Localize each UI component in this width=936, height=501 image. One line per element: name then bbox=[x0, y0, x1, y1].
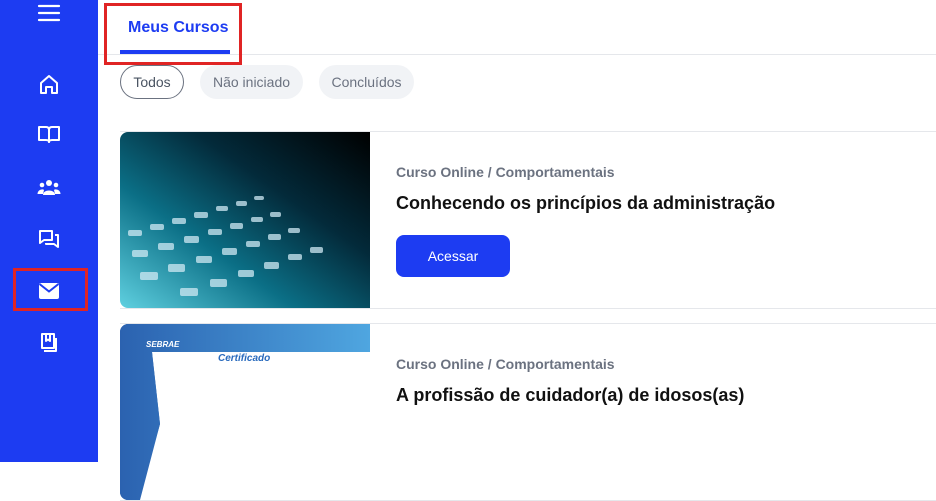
book-open-icon[interactable] bbox=[32, 119, 66, 149]
filter-concluidos[interactable]: Concluídos bbox=[319, 65, 414, 99]
chat-icon[interactable] bbox=[32, 224, 66, 254]
menu-icon[interactable] bbox=[32, 0, 66, 26]
mail-highlight-box bbox=[13, 268, 88, 311]
course-card: SEBRAE Certificado Curso Online / Compor… bbox=[120, 323, 936, 501]
course-title: A profissão de cuidador(a) de idosos(as) bbox=[396, 385, 745, 405]
users-icon[interactable] bbox=[32, 172, 66, 202]
sidebar bbox=[0, 0, 98, 462]
course-category: Curso Online / Comportamentais bbox=[396, 164, 615, 180]
course-category: Curso Online / Comportamentais bbox=[396, 356, 615, 372]
acessar-button[interactable]: Acessar bbox=[396, 235, 510, 277]
filter-nao-iniciado[interactable]: Não iniciado bbox=[200, 65, 303, 99]
home-icon[interactable] bbox=[32, 70, 66, 100]
course-image-certificate bbox=[120, 324, 370, 500]
course-title: Conhecendo os princípios da administraçã… bbox=[396, 193, 776, 213]
filter-todos[interactable]: Todos bbox=[120, 65, 184, 99]
certificate-label: Certificado bbox=[218, 353, 271, 364]
course-card: Curso Online / Comportamentais Conhecend… bbox=[120, 131, 936, 309]
bookmark-icon[interactable] bbox=[32, 328, 66, 358]
sebrae-logo-text: SEBRAE bbox=[146, 340, 180, 349]
tab-highlight-box bbox=[104, 3, 242, 65]
course-image-laptop bbox=[120, 132, 370, 308]
